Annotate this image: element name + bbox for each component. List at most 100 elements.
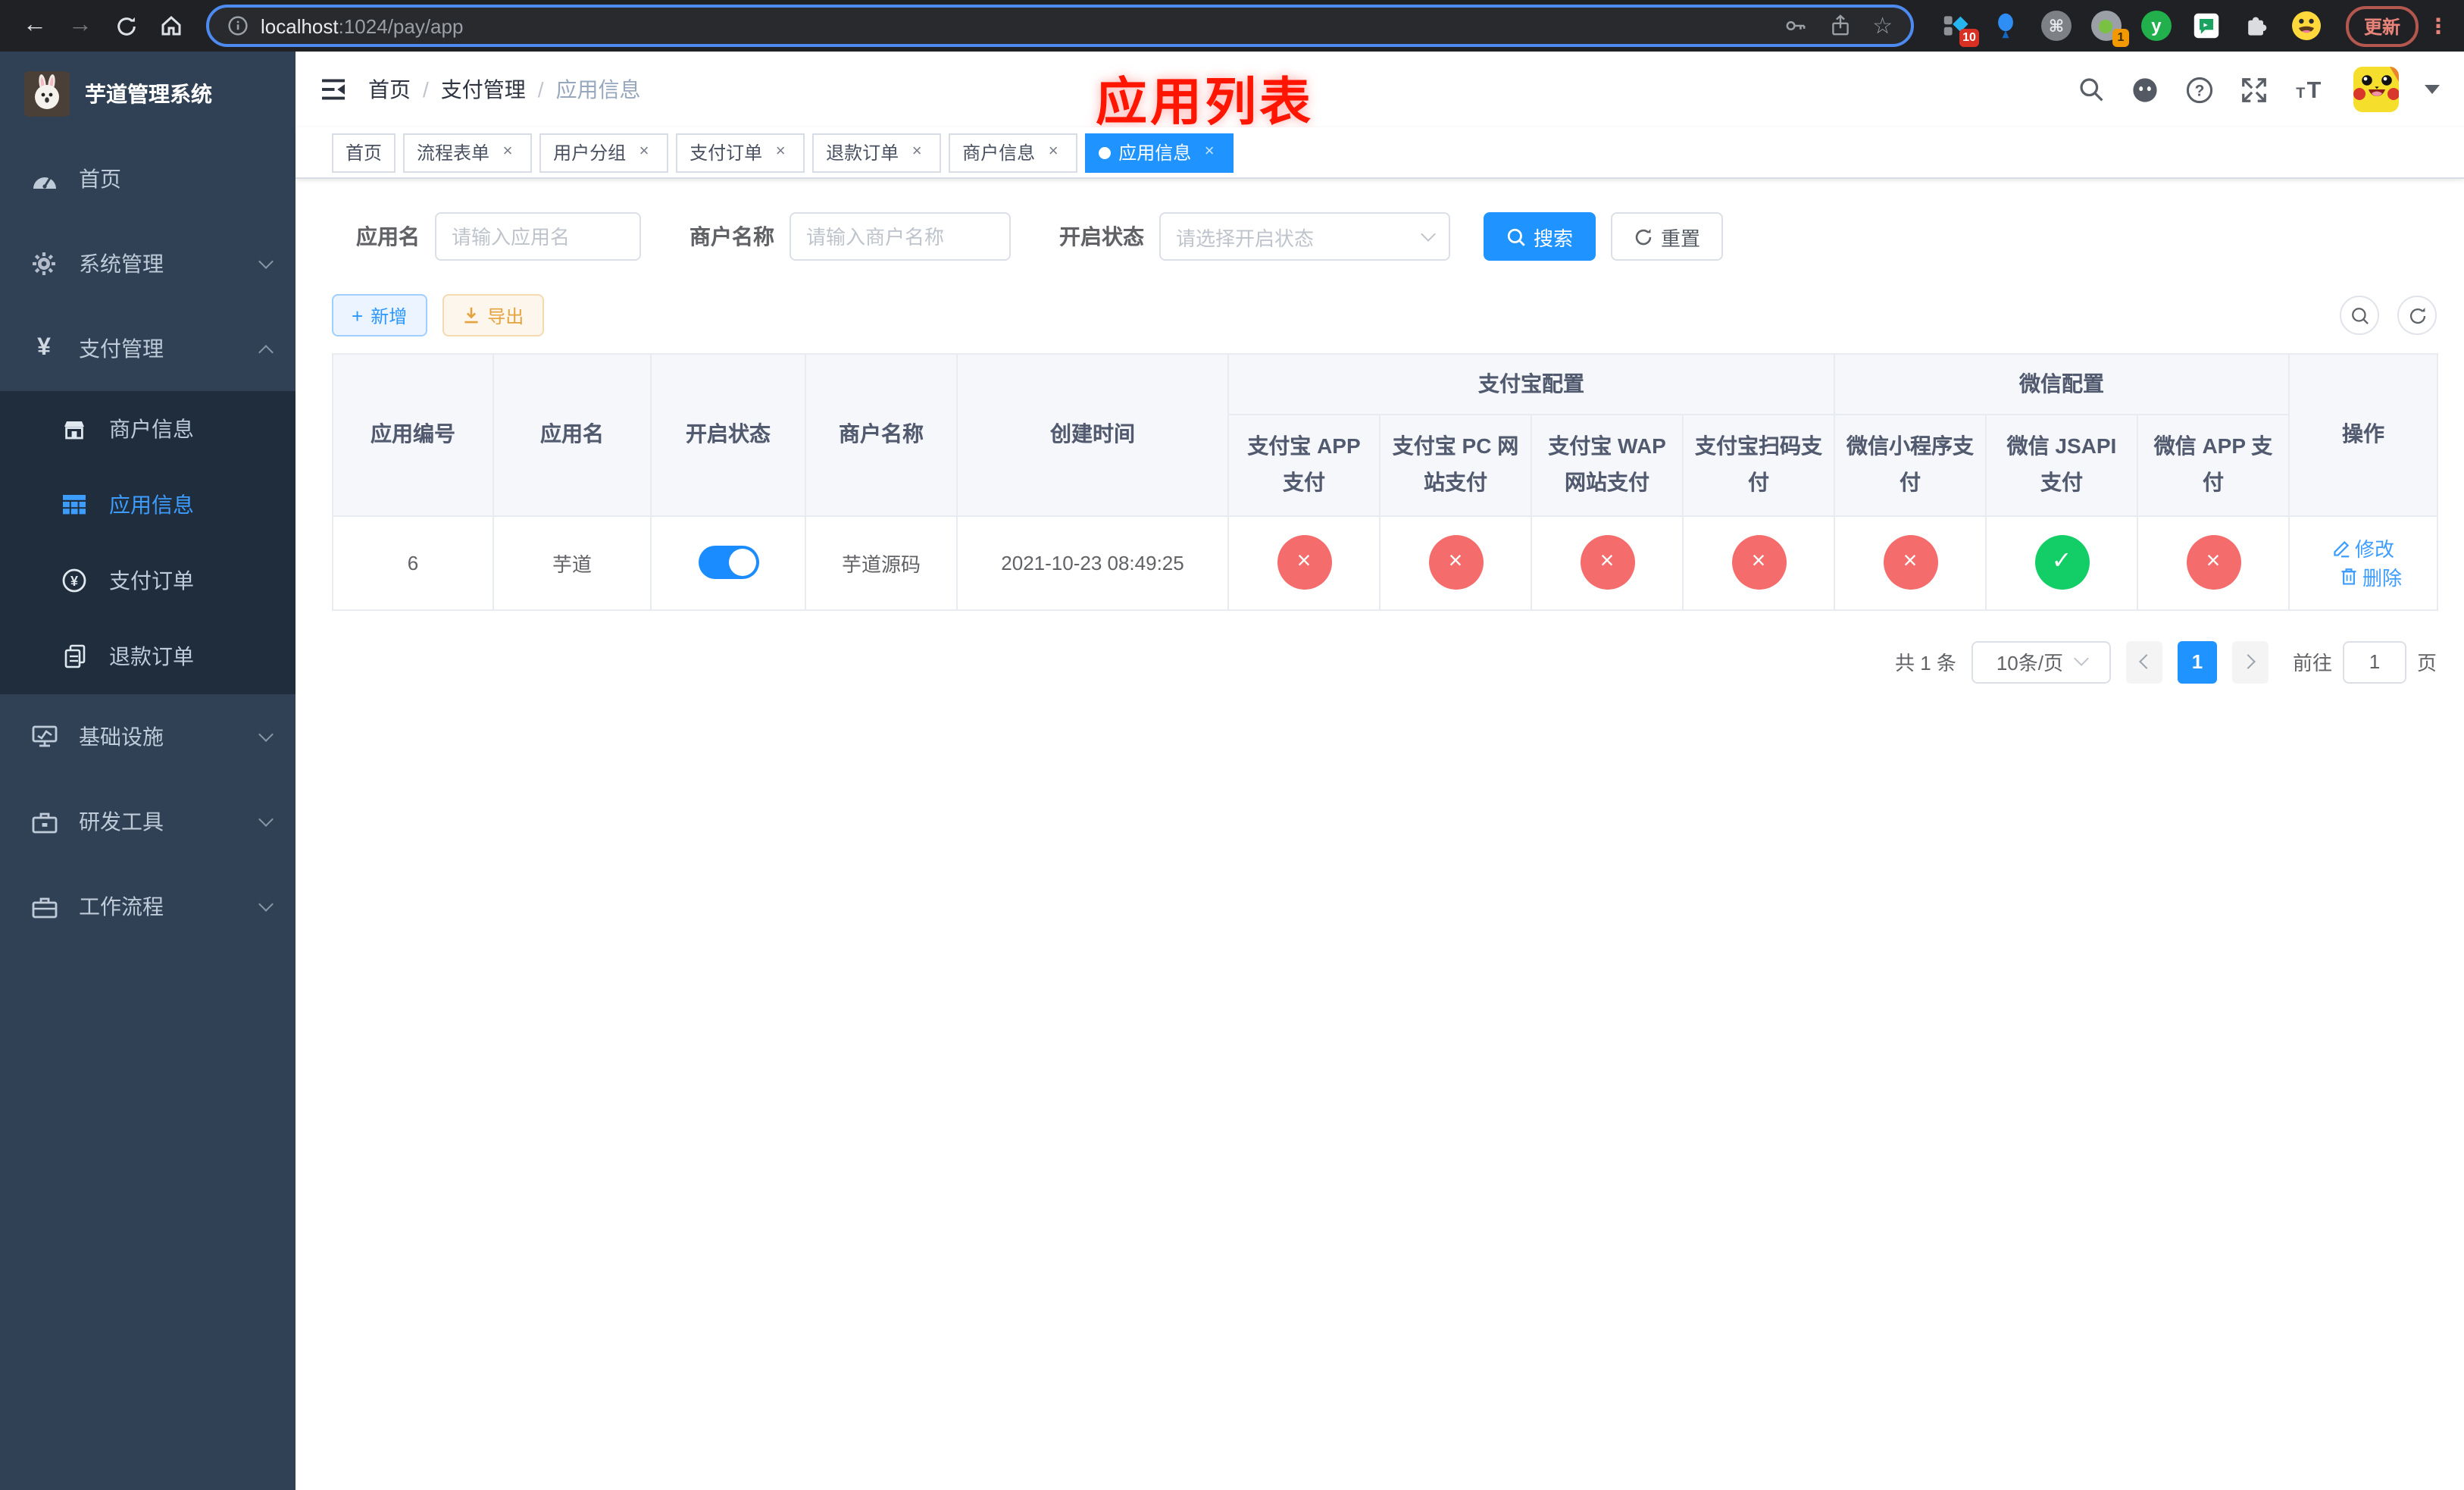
tab-流程表单[interactable]: 流程表单 × [403, 133, 533, 172]
breadcrumb-item[interactable]: 支付管理 [441, 74, 526, 105]
pagination: 共 1 条 10条/页 1 前往 页 [332, 640, 2437, 684]
browser-toolbar: ← → localhost:1024/pay/app ☆ 10 ⌘ 1 y 更新… [0, 0, 2464, 52]
tab-支付订单[interactable]: 支付订单 × [676, 133, 805, 172]
breadcrumb-item[interactable]: 首页 [368, 74, 411, 105]
edit-pencil-icon [2334, 540, 2350, 557]
sidebar-item-home[interactable]: 首页 [0, 136, 295, 221]
sidebar-item-label: 基础设施 [79, 725, 164, 749]
prev-page-button[interactable] [2125, 640, 2162, 684]
annotation-text: 应用列表 [1096, 74, 1314, 132]
sidebar-collapse-button[interactable] [320, 76, 347, 103]
sidebar-item-workflow[interactable]: 工作流程 [0, 864, 295, 949]
extension-balloon-icon[interactable] [1991, 11, 2022, 41]
user-avatar[interactable] [2353, 67, 2399, 112]
extension-kanban-icon[interactable]: 10 [1941, 11, 1979, 47]
font-size-icon[interactable]: TT [2294, 76, 2328, 103]
refresh-table-button[interactable] [2397, 296, 2437, 335]
table-grid-icon [61, 494, 88, 515]
gear-icon [30, 252, 58, 276]
col-wechat-mini: 微信小程序支付 [1834, 414, 1987, 517]
breadcrumb-separator: / [423, 77, 429, 102]
extensions-puzzle-icon[interactable] [2241, 11, 2272, 41]
sidebar-logo[interactable]: 芋道管理系统 [0, 52, 295, 136]
wechat-mini-status-icon: × [1883, 535, 1937, 590]
status-select[interactable]: 请选择开启状态 [1159, 212, 1450, 261]
extension-recorder-icon[interactable]: 1 [2090, 11, 2129, 47]
tab-应用信息[interactable]: 应用信息 × [1085, 133, 1234, 172]
breadcrumb: 首页 / 支付管理 / 应用信息 [368, 74, 641, 105]
browser-reload-button[interactable] [106, 6, 145, 45]
breadcrumb-item: 应用信息 [555, 77, 641, 102]
page-size-select[interactable]: 10条/页 [1971, 640, 2111, 684]
app-name-label: 应用名 [356, 224, 420, 249]
alipay-wap-status-icon: × [1580, 535, 1634, 590]
wechat-app-status-icon: × [2186, 535, 2240, 590]
sidebar-item-system[interactable]: 系统管理 [0, 221, 295, 306]
reload-icon [117, 16, 135, 35]
svg-text:T: T [2307, 77, 2322, 103]
col-created: 创建时间 [956, 353, 1229, 517]
sidebar-item-refund-orders[interactable]: 退款订单 [0, 618, 295, 694]
reset-button[interactable]: 重置 [1611, 212, 1724, 261]
goto-page-input[interactable] [2342, 640, 2406, 684]
merchant-name-input[interactable] [790, 212, 1011, 261]
svg-text:?: ? [2195, 82, 2205, 99]
browser-back-button[interactable]: ← [15, 6, 55, 45]
sidebar-item-merchant-info[interactable]: 商户信息 [0, 391, 295, 467]
tab-close-icon[interactable]: × [633, 142, 655, 163]
tab-首页[interactable]: 首页 [332, 133, 396, 172]
tab-close-icon[interactable]: × [906, 142, 927, 163]
edit-link[interactable]: 修改 [2332, 534, 2394, 562]
export-button[interactable]: 导出 [442, 294, 544, 337]
sidebar-item-infrastructure[interactable]: 基础设施 [0, 694, 295, 779]
tab-close-icon[interactable]: × [497, 142, 518, 163]
sidebar-item-app-info[interactable]: 应用信息 [0, 467, 295, 543]
tab-退款订单[interactable]: 退款订单 × [812, 133, 942, 172]
next-page-button[interactable] [2231, 640, 2269, 684]
app-name-input[interactable] [435, 212, 641, 261]
tab-close-icon[interactable]: × [1199, 142, 1220, 163]
share-icon[interactable] [1828, 14, 1851, 38]
puzzle-glyph [2248, 17, 2267, 36]
extension-y-icon[interactable]: y [2140, 11, 2172, 41]
extension-command-icon[interactable]: ⌘ [2040, 11, 2072, 41]
search-button[interactable]: 搜索 [1484, 212, 1596, 261]
header-search-icon[interactable] [2078, 76, 2105, 103]
site-info-icon[interactable] [227, 15, 249, 36]
status-toggle[interactable] [698, 546, 758, 580]
browser-update-button[interactable]: 更新 [2345, 5, 2419, 46]
chevron-down-icon [1421, 226, 1436, 241]
sidebar-item-label: 工作流程 [79, 894, 164, 919]
page-number-1[interactable]: 1 [2177, 640, 2217, 684]
tab-用户分组[interactable]: 用户分组 × [539, 133, 669, 172]
sidebar-item-dev-tools[interactable]: 研发工具 [0, 779, 295, 864]
profile-emoji-avatar[interactable] [2291, 11, 2322, 41]
col-operations: 操作 [2288, 353, 2438, 517]
sidebar-item-pay-orders[interactable]: ¥ 支付订单 [0, 543, 295, 618]
delete-link[interactable]: 删除 [2340, 562, 2402, 591]
browser-home-button[interactable] [152, 6, 191, 45]
toggle-search-button[interactable] [2340, 296, 2379, 335]
url-bar[interactable]: localhost:1024/pay/app ☆ [206, 5, 1914, 47]
add-button[interactable]: + 新增 [332, 294, 427, 337]
home-icon [161, 15, 181, 36]
fullscreen-icon[interactable] [2240, 75, 2269, 104]
password-key-icon[interactable] [1783, 14, 1807, 38]
tab-close-icon[interactable]: × [770, 142, 791, 163]
tab-close-icon[interactable]: × [1043, 142, 1064, 163]
sidebar-item-payment[interactable]: ¥ 支付管理 [0, 306, 295, 391]
github-icon[interactable] [2131, 75, 2159, 104]
briefcase-icon [30, 895, 58, 918]
help-icon[interactable]: ? [2185, 75, 2214, 104]
tab-商户信息[interactable]: 商户信息 × [949, 133, 1078, 172]
avatar-dropdown-caret[interactable] [2425, 85, 2440, 94]
extension-chat-icon[interactable] [2191, 11, 2222, 41]
emoji-glyph [2291, 11, 2321, 40]
goto-unit: 页 [2416, 652, 2437, 675]
sidebar-item-label: 研发工具 [79, 809, 164, 834]
yen-icon: ¥ [37, 335, 51, 361]
navbar: 首页 / 支付管理 / 应用信息 应用列表 ? T T [295, 52, 2464, 132]
browser-menu-icon[interactable]: ⋮ [2428, 13, 2449, 39]
bookmark-star-icon[interactable]: ☆ [1872, 14, 1893, 37]
browser-forward-button[interactable]: → [61, 6, 100, 45]
